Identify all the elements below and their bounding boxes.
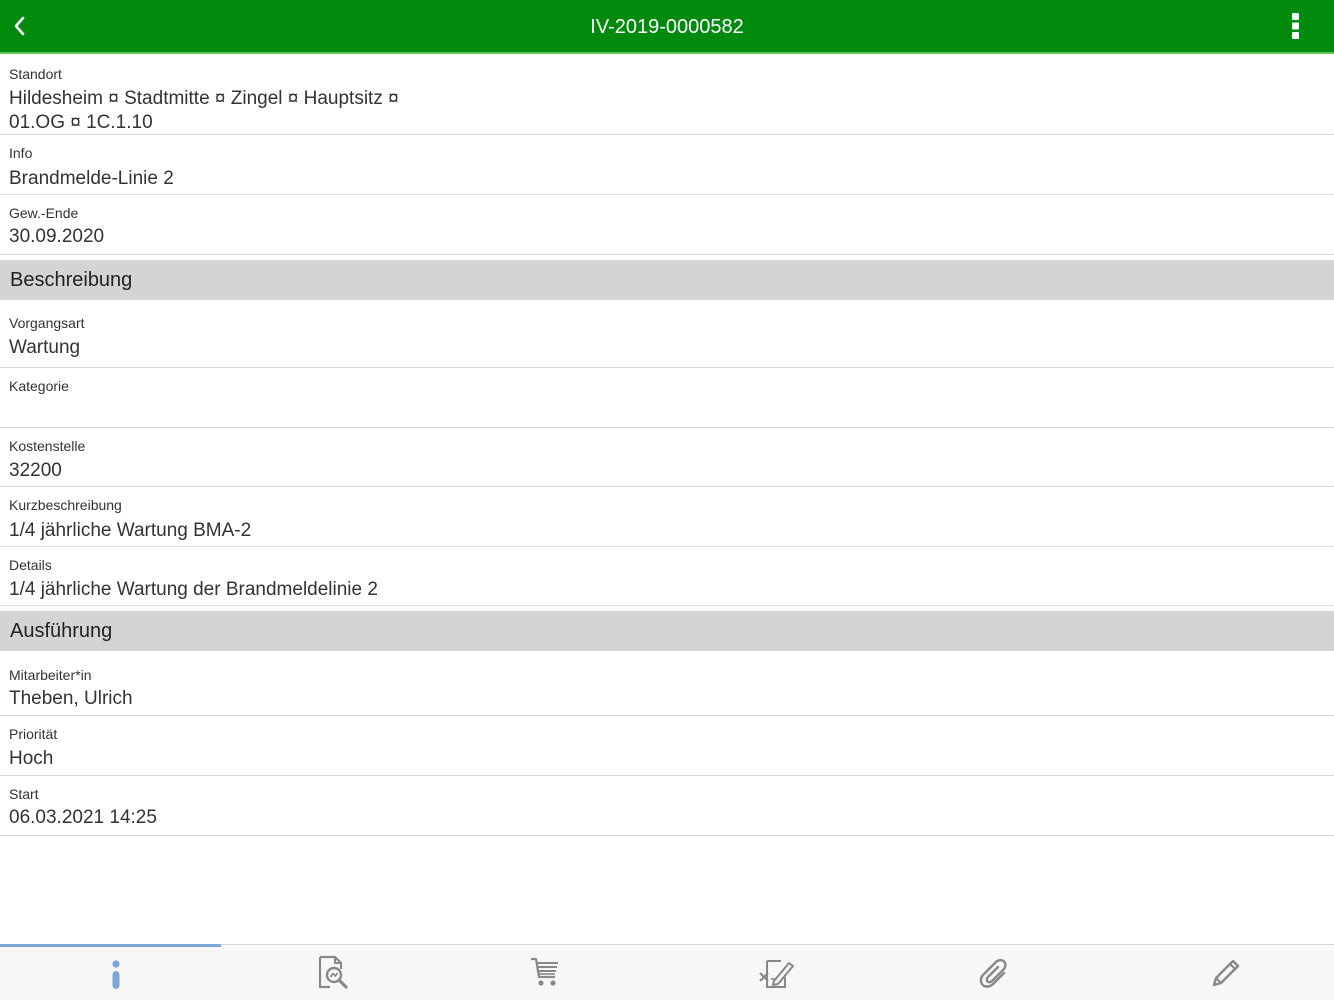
field-value: 30.09.2020 bbox=[9, 226, 105, 247]
tab-checklist-edit[interactable] bbox=[665, 945, 887, 1001]
more-vertical-icon bbox=[1292, 13, 1299, 39]
field-kostenstelle[interactable]: Kostenstelle 32200 bbox=[0, 428, 1334, 487]
field-value: Hildesheim ¤ Stadtmitte ¤ Zingel ¤ Haupt… bbox=[9, 88, 399, 109]
field-start[interactable]: Start 06.03.2021 14:25 bbox=[0, 776, 1334, 836]
checklist-edit-icon bbox=[759, 960, 794, 988]
document-search-icon bbox=[318, 955, 348, 989]
cart-icon bbox=[531, 957, 558, 986]
field-mitarbeiter[interactable]: Mitarbeiter*in Theben, Ulrich bbox=[0, 657, 1334, 716]
field-value: 32200 bbox=[9, 460, 62, 481]
section-header-ausfuehrung: Ausführung bbox=[0, 611, 1334, 651]
field-label: Kategorie bbox=[9, 378, 69, 394]
field-label: Details bbox=[9, 557, 52, 573]
field-info[interactable]: Info Brandmelde-Linie 2 bbox=[0, 135, 1334, 195]
field-gew-ende[interactable]: Gew.-Ende 30.09.2020 bbox=[0, 195, 1334, 255]
field-label: Standort bbox=[9, 66, 62, 82]
paperclip-icon bbox=[979, 958, 1007, 988]
field-value: 01.OG ¤ 1C.1.10 bbox=[9, 112, 153, 133]
field-value: Wartung bbox=[9, 337, 81, 358]
field-kategorie[interactable]: Kategorie bbox=[0, 368, 1334, 428]
field-label: Mitarbeiter*in bbox=[9, 667, 92, 683]
field-value: Brandmelde-Linie 2 bbox=[9, 168, 174, 189]
field-value: 1/4 jährliche Wartung BMA-2 bbox=[9, 520, 252, 541]
field-value: Hoch bbox=[9, 748, 54, 769]
section-header-beschreibung: Beschreibung bbox=[0, 260, 1334, 300]
tab-edit[interactable] bbox=[1115, 945, 1334, 1001]
tab-attachments[interactable] bbox=[884, 945, 1106, 1001]
field-kurzbeschreibung[interactable]: Kurzbeschreibung 1/4 jährliche Wartung B… bbox=[0, 487, 1334, 547]
field-details[interactable]: Details 1/4 jährliche Wartung der Brandm… bbox=[0, 547, 1334, 606]
bottom-tab-bar bbox=[0, 944, 1334, 1000]
field-value: Theben, Ulrich bbox=[9, 688, 133, 709]
more-menu-button[interactable] bbox=[1284, 11, 1308, 41]
field-value: 06.03.2021 14:25 bbox=[9, 807, 157, 828]
info-icon bbox=[112, 960, 120, 989]
field-value: 1/4 jährliche Wartung der Brandmeldelini… bbox=[9, 579, 378, 600]
tab-info[interactable] bbox=[5, 945, 227, 1001]
app-header: IV-2019-0000582 bbox=[0, 0, 1334, 54]
field-vorgangsart[interactable]: Vorgangsart Wartung bbox=[0, 308, 1334, 368]
detail-list: Standort Hildesheim ¤ Stadtmitte ¤ Zinge… bbox=[0, 55, 1334, 836]
pencil-icon bbox=[1212, 959, 1240, 987]
field-label: Kurzbeschreibung bbox=[9, 497, 122, 513]
field-prioritaet[interactable]: Priorität Hoch bbox=[0, 716, 1334, 776]
field-label: Vorgangsart bbox=[9, 315, 85, 331]
field-label: Gew.-Ende bbox=[9, 205, 79, 221]
page-title: IV-2019-0000582 bbox=[590, 16, 744, 38]
field-standort[interactable]: Standort Hildesheim ¤ Stadtmitte ¤ Zinge… bbox=[0, 55, 1334, 135]
tab-cart[interactable] bbox=[434, 945, 656, 1001]
field-label: Priorität bbox=[9, 726, 58, 742]
field-label: Kostenstelle bbox=[9, 438, 86, 454]
field-label: Info bbox=[9, 145, 33, 161]
field-label: Start bbox=[9, 786, 39, 802]
tab-document-search[interactable] bbox=[222, 945, 444, 1001]
